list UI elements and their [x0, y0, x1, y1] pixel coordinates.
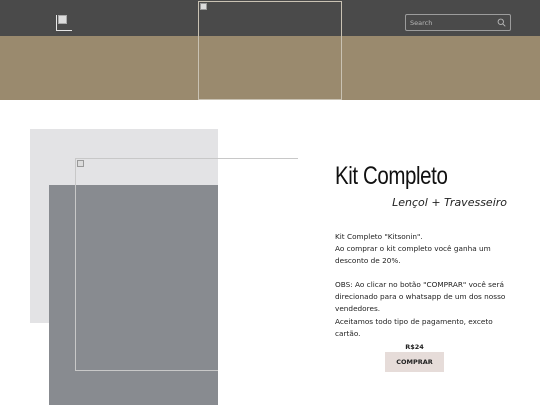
notes-line: OBS: Ao clicar no botão "COMPRAR" você s…	[335, 280, 506, 314]
search-icon[interactable]	[497, 18, 506, 27]
search-input[interactable]	[410, 16, 494, 29]
product-price: R$24	[405, 343, 424, 351]
product-title: Kit Completo	[335, 162, 448, 190]
notes-line: Aceitamos todo tipo de pagamento, exceto…	[335, 316, 493, 338]
description-line: Ao comprar o kit completo você ganha um …	[335, 244, 491, 266]
description-line: Kit Completo "Kitsonin".	[335, 232, 423, 241]
broken-image-icon	[77, 160, 84, 167]
product-subtitle: Lençol + Travesseiro	[392, 196, 507, 209]
product-image-backdrop	[218, 159, 298, 371]
product-description: Kit Completo "Kitsonin". Ao comprar o ki…	[335, 231, 515, 340]
buy-button[interactable]: COMPRAR	[385, 352, 444, 372]
broken-image-icon	[200, 3, 207, 10]
product-image	[75, 158, 298, 371]
search-box	[405, 14, 511, 31]
logo-image[interactable]	[56, 15, 72, 31]
hero-image	[198, 1, 342, 100]
